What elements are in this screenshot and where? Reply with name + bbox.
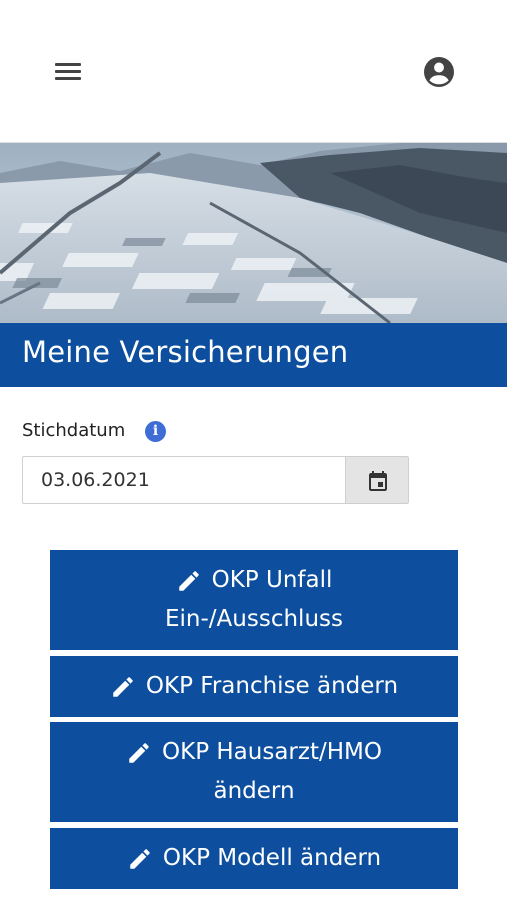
pencil-icon (130, 848, 150, 869)
okp-modell-button[interactable]: OKP Modell ändern (50, 828, 458, 889)
calendar-button[interactable] (345, 456, 409, 504)
button-label-line2: ändern (213, 778, 295, 804)
hero-landscape-image (0, 143, 507, 323)
page-title-bar: Meine Versicherungen (0, 323, 507, 387)
pencil-icon (113, 676, 133, 697)
calendar-icon (369, 471, 387, 491)
info-icon[interactable]: i (145, 421, 166, 442)
button-label-line1: OKP Hausarzt/HMO (162, 739, 382, 765)
page-title: Meine Versicherungen (22, 335, 349, 369)
pencil-icon (129, 742, 149, 763)
pencil-icon (178, 570, 199, 591)
button-label: OKP Franchise ändern (145, 673, 399, 699)
button-label: OKP Modell ändern (162, 845, 382, 871)
button-label-line2: Ein-/Ausschluss (165, 606, 343, 632)
button-label-line1: OKP Unfall (211, 567, 333, 593)
date-field-label: Stichdatum (22, 420, 126, 441)
hamburger-menu-icon[interactable] (48, 55, 88, 89)
okp-franchise-button[interactable]: OKP Franchise ändern (50, 656, 458, 717)
okp-hausarzt-hmo-button[interactable]: OKP Hausarzt/HMO ändern (50, 722, 458, 822)
account-circle-icon[interactable] (421, 54, 457, 90)
date-input[interactable] (22, 456, 346, 504)
app-header (0, 0, 507, 143)
okp-unfall-button[interactable]: OKP Unfall Ein-/Ausschluss (50, 550, 458, 650)
